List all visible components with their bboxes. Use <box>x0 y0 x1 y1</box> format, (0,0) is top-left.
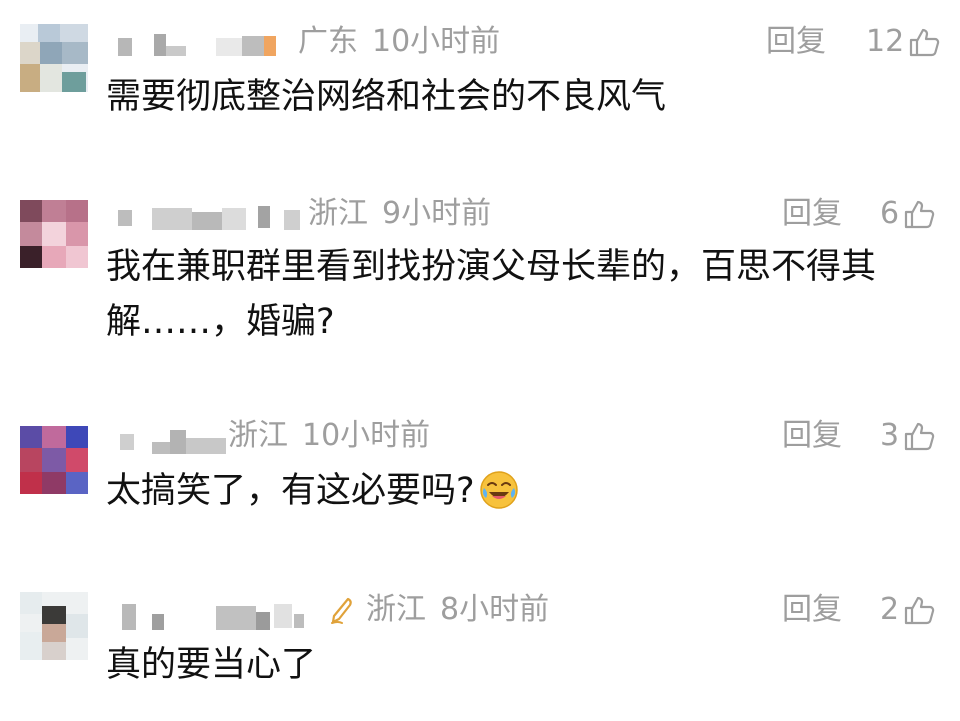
reply-button[interactable]: 回复 <box>766 16 826 68</box>
thumbs-up-icon <box>904 422 935 451</box>
reply-button[interactable]: 回复 <box>782 584 842 636</box>
reply-button[interactable]: 回复 <box>782 410 842 462</box>
location-label: 浙江 <box>228 418 288 453</box>
comment-text: 真的要当心了 <box>106 645 317 685</box>
comment-text: 我在兼职群里看到找扮演父母长辈的，百思不得其 解……，婚骗? <box>106 240 926 350</box>
laughing-crying-emoji-icon <box>479 471 518 509</box>
avatar[interactable] <box>20 426 88 494</box>
like-count: 12 <box>866 24 905 59</box>
location-label: 广东 <box>298 24 358 59</box>
timestamp: 8小时前 <box>440 592 550 627</box>
comment-text: 太搞笑了，有这必要吗? <box>106 464 926 519</box>
reply-button[interactable]: 回复 <box>782 188 842 240</box>
comment-meta: 浙江 10小时前 <box>228 410 430 462</box>
thumbs-up-icon <box>910 28 940 57</box>
pen-badge-icon <box>331 597 352 624</box>
avatar[interactable] <box>20 592 88 660</box>
like-button[interactable]: 6 <box>880 188 935 240</box>
timestamp: 10小时前 <box>372 24 501 59</box>
comment-text-line: 太搞笑了，有这必要吗? <box>106 471 475 511</box>
comment-meta: 广东 10小时前 <box>298 16 500 68</box>
comment-list: 广东 10小时前 回复 12 需要彻底整治网络和社会的不良风气 浙江 9小时前 … <box>0 0 960 721</box>
username-redacted[interactable] <box>108 24 308 64</box>
timestamp: 9小时前 <box>382 196 492 231</box>
like-button[interactable]: 3 <box>880 410 935 462</box>
avatar[interactable] <box>20 200 88 268</box>
thumbs-up-icon <box>904 200 935 229</box>
like-count: 6 <box>880 196 900 231</box>
location-label: 浙江 <box>308 196 368 231</box>
location-label: 浙江 <box>366 592 426 627</box>
like-count: 3 <box>880 418 900 453</box>
comment-meta: 浙江 9小时前 <box>308 188 491 240</box>
thumbs-up-icon <box>904 596 935 625</box>
username-redacted[interactable] <box>108 592 308 632</box>
like-button[interactable]: 12 <box>866 16 940 68</box>
like-count: 2 <box>880 592 900 627</box>
username-redacted[interactable] <box>108 196 308 236</box>
comment-text-line: 解……，婚骗? <box>106 302 335 342</box>
timestamp: 10小时前 <box>302 418 431 453</box>
like-button[interactable]: 2 <box>880 584 935 636</box>
comment-meta: 浙江 8小时前 <box>328 584 549 636</box>
comment-text: 需要彻底整治网络和社会的不良风气 <box>106 77 667 117</box>
comment-text-line: 我在兼职群里看到找扮演父母长辈的，百思不得其 <box>106 247 877 287</box>
avatar[interactable] <box>20 24 88 92</box>
